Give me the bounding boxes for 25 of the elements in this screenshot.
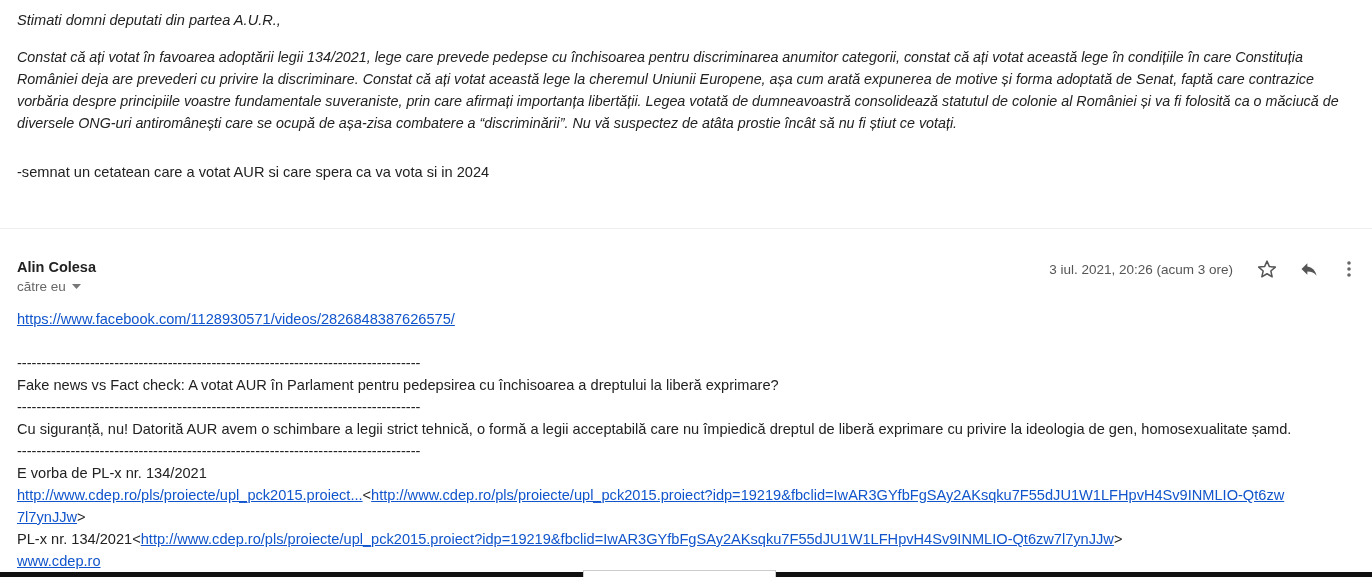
body-text: E vorba de PL-x nr. 134/2021 <box>17 464 208 483</box>
body-text: Fake news vs Fact check: A votat AUR în Parlament pentru pedepsirea cu închisoarea a dreptului la liberă exprimare? <box>17 376 780 395</box>
link[interactable]: http://www.cdep.ro/pls/proiecte/upl_pck2015.proiect?idp=19219&fbclid=IwAR3GYfbFgSAy2AKsqku7F55dJU1W1LFHpvH4Sv9INMLIO-Qt6zw <box>371 487 1285 503</box>
more-options-icon[interactable] <box>1347 261 1351 277</box>
body-text: ----------------------------------------------------------------------------------- <box>17 398 422 417</box>
body-text: > <box>1113 531 1123 547</box>
link[interactable]: www.cdep.ro <box>17 553 101 569</box>
caret-icon <box>71 284 81 289</box>
sender-name: Alin Colesa <box>17 259 96 275</box>
link[interactable]: https://www.facebook.com/1128930571/videos/2826848387626575/ <box>17 311 455 327</box>
recipient-dropdown[interactable]: către eu <box>17 279 81 294</box>
body-text: > <box>77 509 86 525</box>
message-date: 3 iul. 2021, 20:26 (acum 3 ore) <box>1049 261 1233 277</box>
body-text: ----------------------------------------------------------------------------------- <box>17 354 422 373</box>
signature-text: -semnat un cetatean care a votat AUR si care spera ca va vota si in 2024 <box>17 164 491 180</box>
link[interactable]: http://www.cdep.ro/pls/proiecte/upl_pck2015.proiect?idp=19219&fbclid=IwAR3GYfbFgSAy2AKsqku7F55dJU1W1LFHpvH4Sv9INMLIO-Qt6zw7l7ynJJw <box>140 531 1114 547</box>
link[interactable]: http://www.cdep.ro/pls/proiecte/upl_pck2015.proiect... <box>17 487 363 503</box>
body-text: PL-x nr. 134/2021< <box>17 531 141 547</box>
body-text: ----------------------------------------------------------------------------------- <box>17 442 422 461</box>
link[interactable]: 7l7ynJJw <box>17 509 78 525</box>
star-icon[interactable] <box>1257 259 1277 279</box>
body-text: < <box>362 487 372 503</box>
greeting-text: Stimati domni deputati din partea A.U.R., <box>17 12 282 28</box>
body-text: Cu siguranță, nu! Datorită AUR avem o schimbare a legii strict tehnică, o formă a legii acceptabilă care nu împiedică dreptul de liberă exprimare cu privire la ideologia de gen, homosexualitate șamd. <box>17 420 1293 439</box>
message-paragraph: Constat că ați votat în favoarea adoptării legii 134/2021, lege care prevede pedepse cu închisoarea pentru discriminarea anumitor categorii, constat că ați votat această lege în condițiile în care Constituția României deja are prevederi cu privire la discriminare. Constat că ați votat această lege la cheremul Uniunii Europene, așa cum arată expunerea de motive și forma adoptată de Senat, faptă care contrazice vorbăria despre principiile voastre fundamentale suveraniste, prin care afirmați importanța libertății. Legea votată de dumneavoastră consolidează statutul de colonie al României și va fi folosită ca o măciucă de diversele ONG-uri antiromânești care se ocupă de așa-zisa combatere a “discriminării”. Nu vă suspectez de atâta prostie încât să nu fi știut ce votați. <box>17 48 1340 133</box>
